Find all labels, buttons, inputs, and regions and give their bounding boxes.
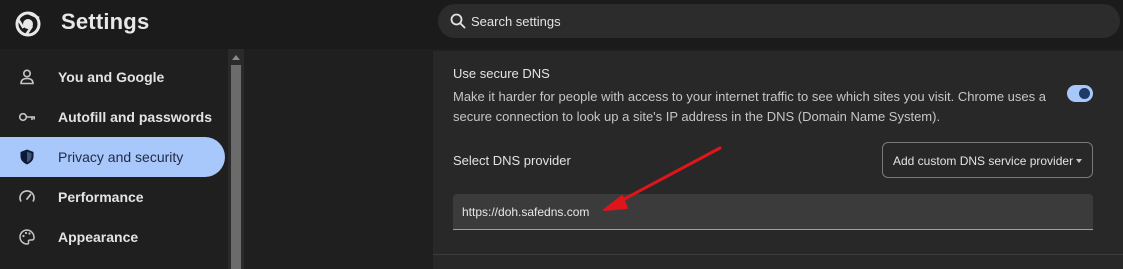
header: Settings Search settings xyxy=(0,0,1123,49)
app-title: Settings xyxy=(61,9,150,34)
sidebar-item-label: Performance xyxy=(58,189,144,205)
chrome-logo-icon xyxy=(15,11,41,37)
speedometer-icon xyxy=(18,188,36,206)
search-placeholder: Search settings xyxy=(471,14,561,29)
sidebar-item-privacy-and-security[interactable]: Privacy and security xyxy=(0,137,225,177)
sidebar-item-label: Privacy and security xyxy=(58,149,184,165)
sidebar-item-you-and-google[interactable]: You and Google xyxy=(0,57,225,97)
secure-dns-title: Use secure DNS xyxy=(453,66,550,81)
search-icon xyxy=(449,12,467,30)
sidebar-scrollbar[interactable] xyxy=(228,49,244,269)
sidebar-item-performance[interactable]: Performance xyxy=(0,177,225,217)
sidebar: You and Google Autofill and passwords Pr… xyxy=(0,49,228,269)
settings-window: Settings Search settings You and Google xyxy=(0,0,1123,269)
scroll-up-arrow-icon[interactable] xyxy=(232,55,240,60)
palette-icon xyxy=(18,228,36,246)
dns-provider-label: Select DNS provider xyxy=(453,153,571,168)
secure-dns-description: Make it harder for people with access to… xyxy=(453,89,1046,124)
person-icon xyxy=(18,68,36,86)
dns-provider-select[interactable]: Add custom DNS service provider xyxy=(882,142,1093,178)
dns-provider-selected-value: Add custom DNS service provider xyxy=(893,154,1074,168)
toggle-knob xyxy=(1079,88,1090,99)
secure-dns-toggle[interactable] xyxy=(1067,85,1093,102)
custom-dns-provider-input[interactable] xyxy=(453,194,1093,230)
key-icon xyxy=(18,108,36,126)
sidebar-item-label: Appearance xyxy=(58,229,139,245)
shield-icon xyxy=(18,148,36,166)
scrollbar-thumb[interactable] xyxy=(231,65,241,269)
divider xyxy=(433,254,1123,255)
sidebar-item-label: Autofill and passwords xyxy=(58,109,213,125)
sidebar-item-appearance[interactable]: Appearance xyxy=(0,217,225,257)
chevron-down-icon xyxy=(1076,159,1082,163)
sidebar-item-autofill[interactable]: Autofill and passwords xyxy=(0,97,225,137)
sidebar-item-label: You and Google xyxy=(58,69,165,85)
search-box[interactable]: Search settings xyxy=(438,4,1120,38)
